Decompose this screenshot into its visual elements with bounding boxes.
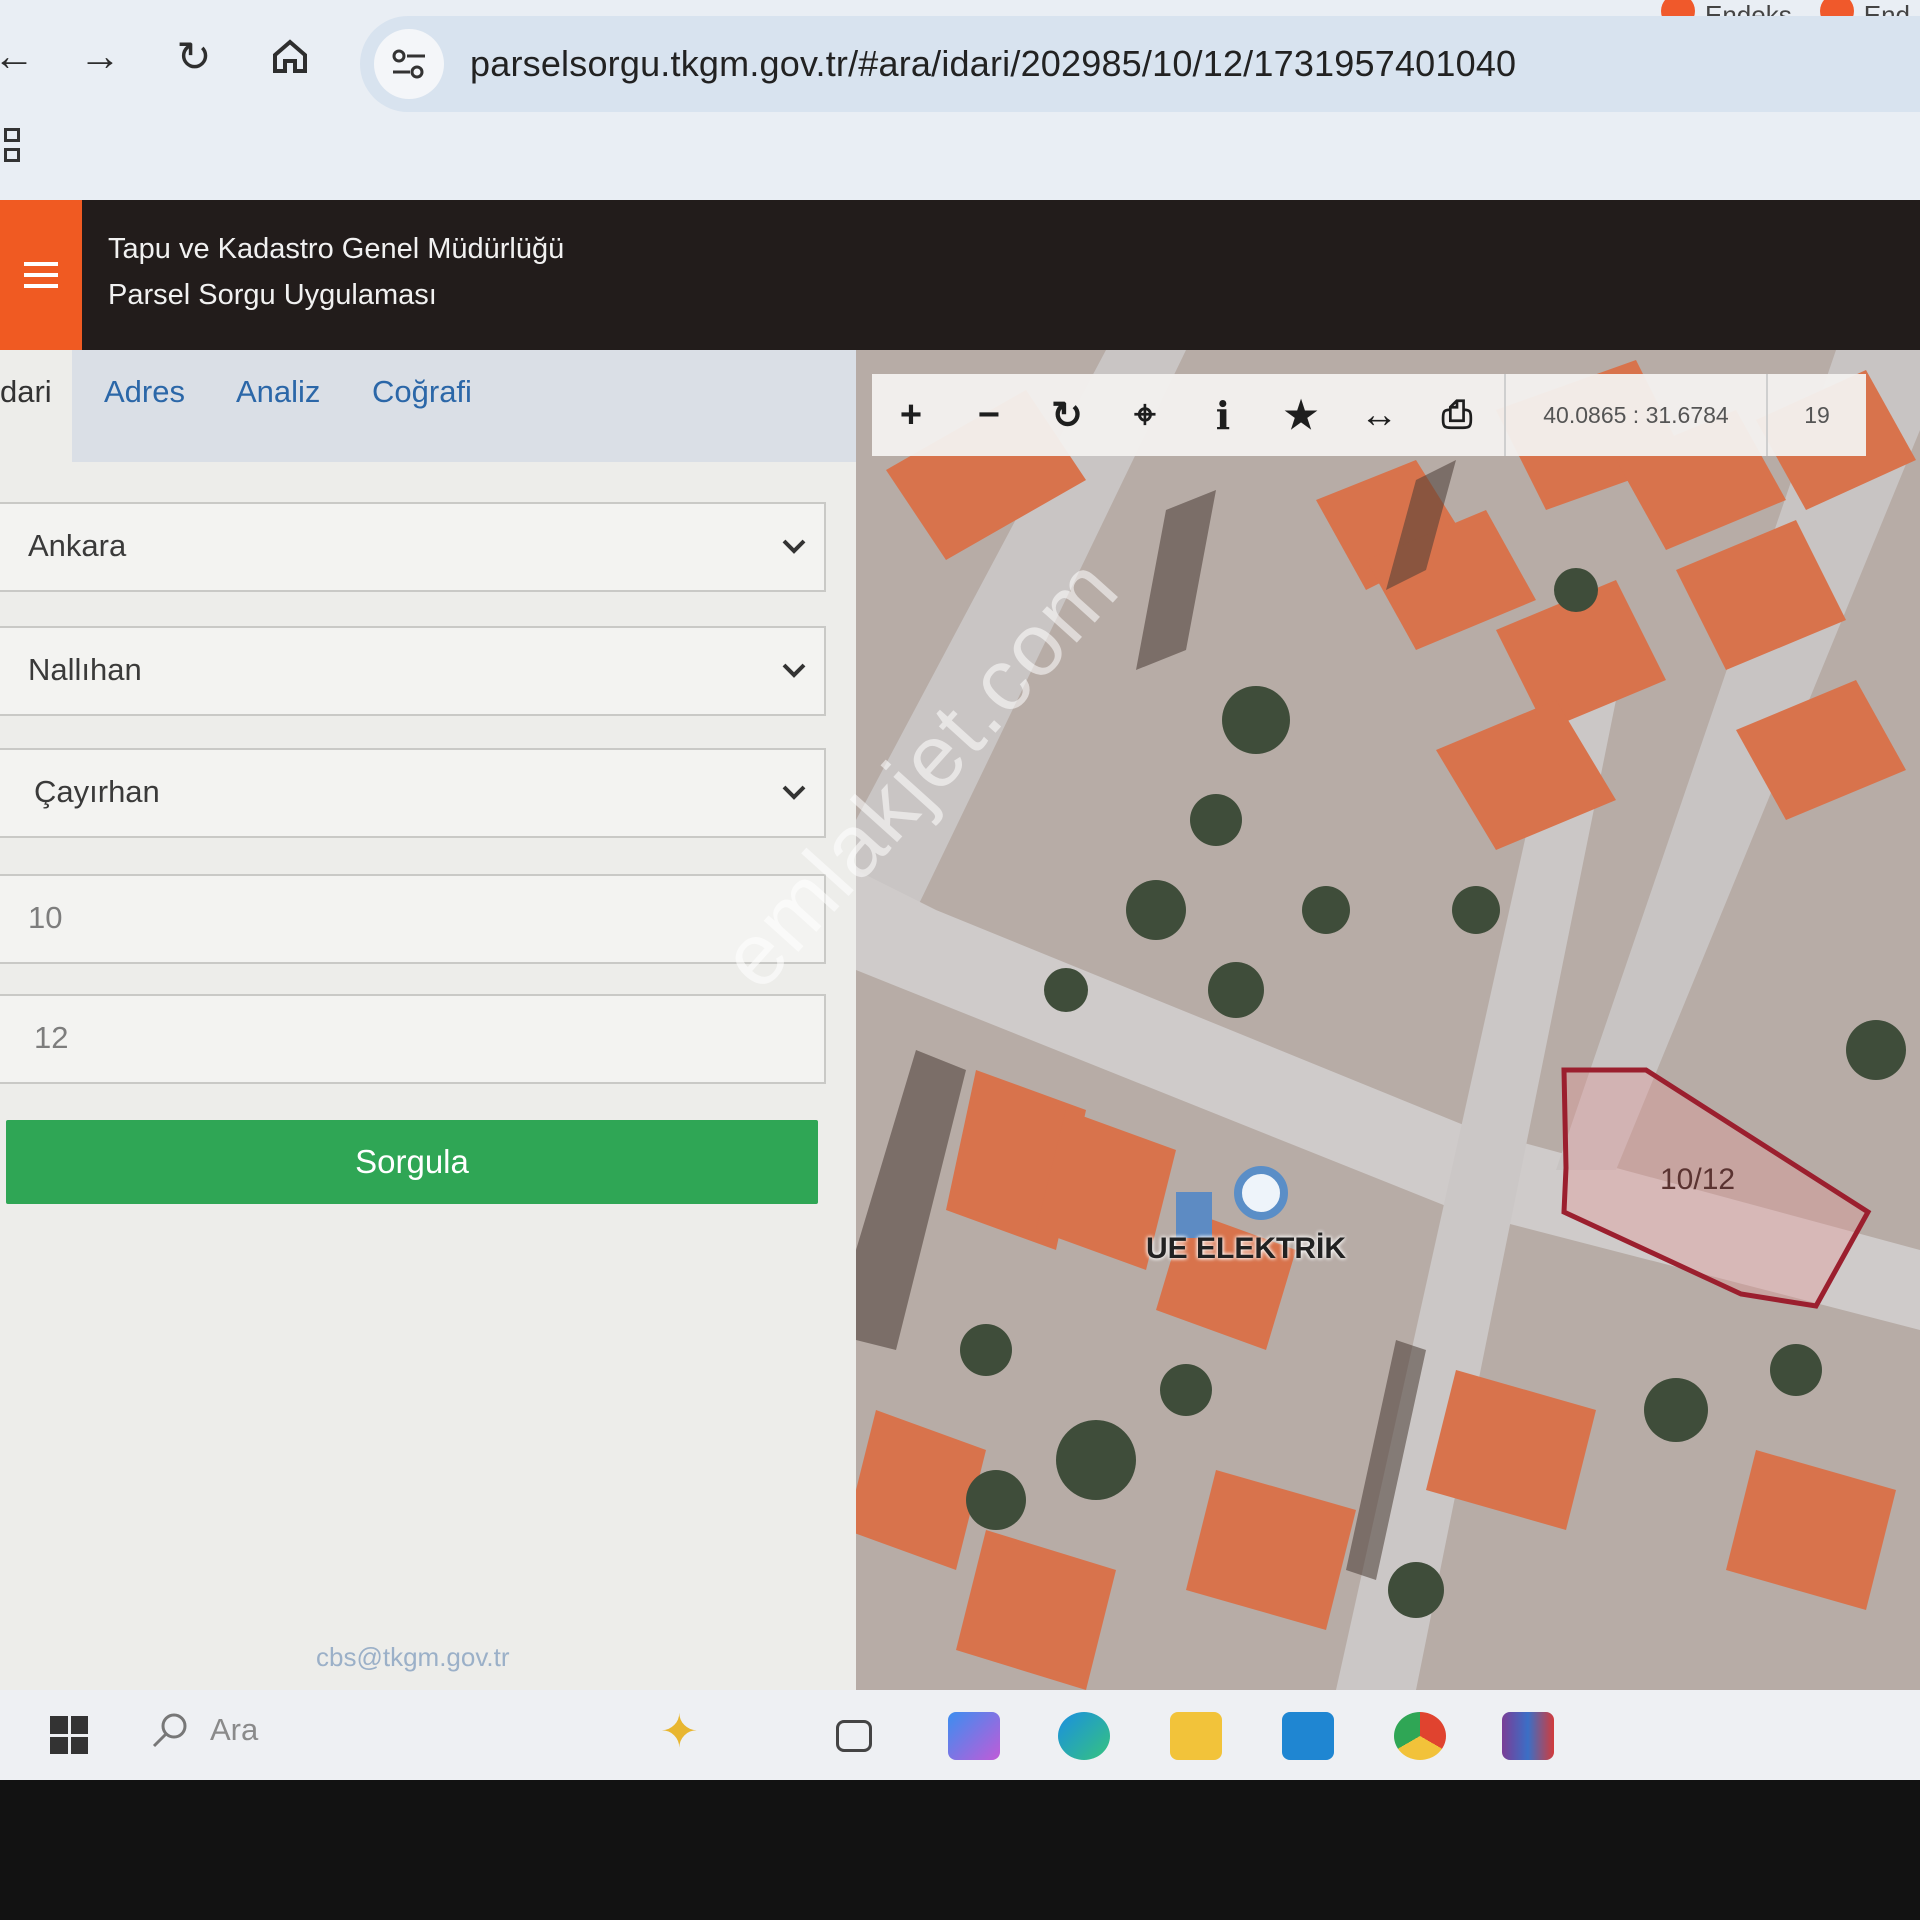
measure-icon[interactable]: ↔ (1340, 374, 1418, 456)
ilce-value: Nallıhan (28, 652, 142, 687)
coordinate-readout: 40.0865 : 31.6784 (1504, 374, 1768, 456)
tab-analiz[interactable]: Analiz (236, 374, 320, 410)
header-titles: Tapu ve Kadastro Genel Müdürlüğü Parsel … (108, 226, 564, 318)
browser-toolbar: Endeks End ← → ↻ parselsorgu.tkgm.gov.tr… (0, 0, 1920, 200)
chevron-down-icon (782, 785, 806, 800)
screen: Endeks End ← → ↻ parselsorgu.tkgm.gov.tr… (0, 0, 1920, 1920)
file-explorer-icon[interactable] (1170, 1712, 1222, 1760)
copilot-icon[interactable]: ✦ (660, 1704, 712, 1757)
address-bar[interactable]: parselsorgu.tkgm.gov.tr/#ara/idari/20298… (360, 16, 1920, 112)
contact-email-link[interactable]: cbs@tkgm.gov.tr (316, 1642, 510, 1673)
ada-input[interactable]: 10 (0, 874, 826, 964)
app-title: Parsel Sorgu Uygulaması (108, 279, 437, 311)
taskbar-search-label: Ara (210, 1712, 259, 1747)
taskbar-search[interactable]: Ara (150, 1710, 258, 1750)
home-icon[interactable] (262, 28, 318, 84)
url-text: parselsorgu.tkgm.gov.tr/#ara/idari/20298… (470, 43, 1517, 84)
site-settings-icon[interactable] (374, 29, 444, 99)
map-toolbar: + − ↻ ⌖ i ★ ↔ ⎙ 40.0865 : 31.6784 19 (872, 374, 1866, 456)
query-panel: dari Adres Analiz Coğrafi Ankara Nallıha… (0, 350, 856, 1690)
task-view-icon[interactable] (836, 1720, 872, 1752)
copilot-app-icon[interactable] (948, 1712, 1000, 1760)
apps-icon[interactable] (4, 128, 24, 164)
zoom-level: 19 (1804, 401, 1830, 428)
il-select[interactable]: Ankara (0, 502, 826, 592)
hamburger-menu-icon[interactable] (0, 200, 82, 350)
satellite-imagery (856, 350, 1920, 1690)
tab-idari[interactable]: dari (0, 350, 72, 462)
search-icon (152, 1713, 187, 1748)
parsel-value: 12 (34, 1020, 69, 1055)
parsel-input[interactable]: 12 (0, 994, 826, 1084)
chevron-down-icon (782, 539, 806, 554)
star-icon[interactable]: ★ (1262, 374, 1340, 456)
ilce-select[interactable]: Nallıhan (0, 626, 826, 716)
tab-adres[interactable]: Adres (104, 374, 185, 410)
chrome-icon[interactable] (1394, 1712, 1446, 1760)
ada-value: 10 (28, 900, 63, 935)
org-title: Tapu ve Kadastro Genel Müdürlüğü (108, 233, 565, 265)
satellite-map[interactable]: + − ↻ ⌖ i ★ ↔ ⎙ 40.0865 : 31.6784 19 UE … (856, 350, 1920, 1690)
tab-cografi[interactable]: Coğrafi (372, 374, 472, 410)
reload-icon[interactable]: ↻ (166, 28, 222, 84)
chevron-down-icon (782, 663, 806, 678)
refresh-icon[interactable]: ↻ (1028, 374, 1106, 456)
zoom-in-icon[interactable]: + (872, 374, 950, 456)
app-header: Tapu ve Kadastro Genel Müdürlüğü Parsel … (0, 200, 1920, 350)
mahalle-select[interactable]: Çayırhan (0, 748, 826, 838)
poi-marker-icon[interactable] (1234, 1166, 1288, 1220)
mahalle-value: Çayırhan (34, 774, 160, 809)
taskbar: Ara ✦ (0, 1690, 1920, 1780)
monitor-bezel (0, 1780, 1920, 1920)
query-tabs: dari Adres Analiz Coğrafi (0, 350, 856, 462)
poi-label: UE ELEKTRİK (1146, 1232, 1347, 1265)
back-icon[interactable]: ← (0, 28, 42, 84)
info-icon[interactable]: i (1184, 374, 1262, 456)
mail-icon[interactable] (1282, 1712, 1334, 1760)
forward-icon[interactable]: → (72, 28, 128, 84)
winrar-icon[interactable] (1502, 1712, 1554, 1760)
windows-icon[interactable] (50, 1716, 88, 1754)
parcel-label: 10/12 (1660, 1163, 1736, 1196)
locate-icon[interactable]: ⌖ (1106, 374, 1184, 456)
edge-icon[interactable] (1058, 1712, 1110, 1760)
il-value: Ankara (28, 528, 127, 563)
zoom-out-icon[interactable]: − (950, 374, 1028, 456)
print-icon[interactable]: ⎙ (1418, 374, 1496, 456)
sorgula-button[interactable]: Sorgula (6, 1120, 818, 1204)
